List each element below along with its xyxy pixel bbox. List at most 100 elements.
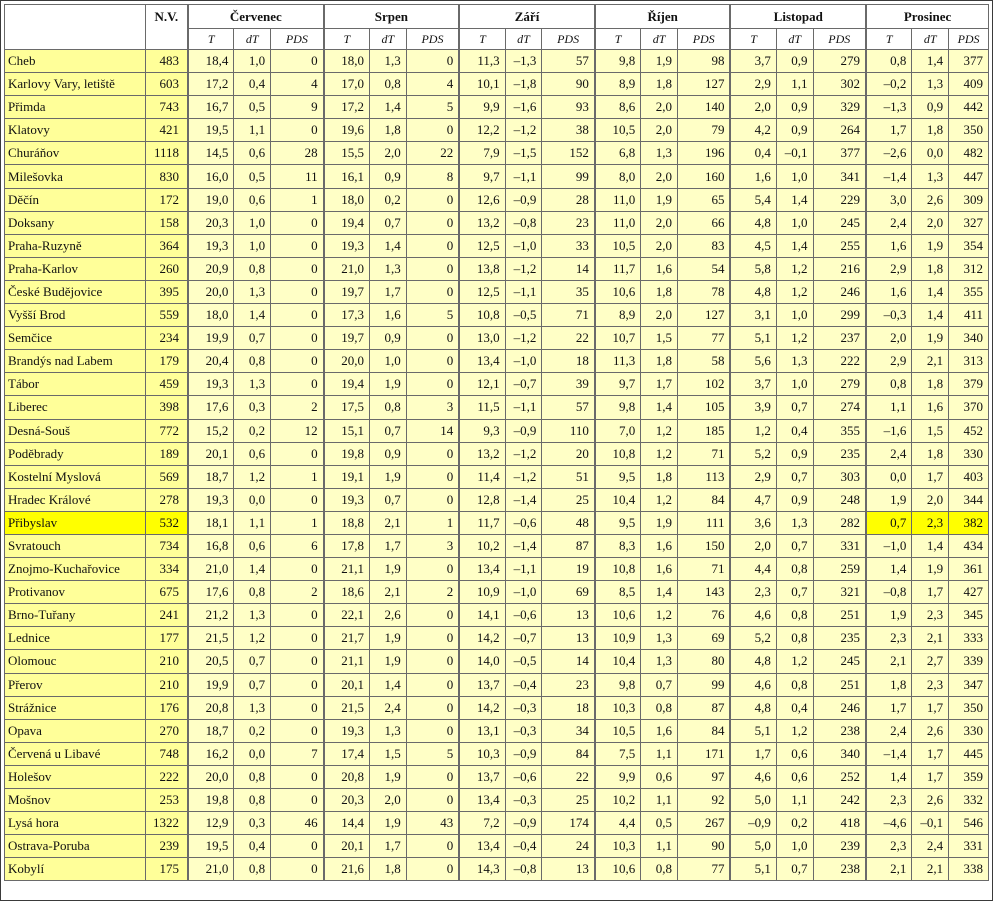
value-cell: 10,3 xyxy=(593,695,642,720)
value-cell: 19,6 xyxy=(322,118,370,143)
value-cell: 20,4 xyxy=(187,349,235,374)
value-cell: 21,7 xyxy=(322,626,370,651)
value-cell: 1,9 xyxy=(368,649,407,674)
value-cell: 1,1 xyxy=(233,118,272,143)
value-cell: –0,7 xyxy=(504,372,543,397)
station-name: Olomouc xyxy=(4,649,146,674)
value-cell: 13,8 xyxy=(458,256,506,281)
value-cell: 1,4 xyxy=(640,580,678,605)
value-cell: 1,3 xyxy=(233,603,272,628)
value-cell: 16,8 xyxy=(187,533,235,559)
value-cell: 1,1 xyxy=(640,741,678,766)
value-cell: 17,2 xyxy=(187,72,235,97)
value-cell: 7,0 xyxy=(593,418,642,443)
value-cell: 1,9 xyxy=(640,510,678,535)
value-cell: 418 xyxy=(812,811,867,836)
value-cell: 13,4 xyxy=(458,557,506,582)
value-cell: 0,6 xyxy=(233,441,272,466)
value-cell: 239 xyxy=(812,834,867,859)
header-subcolumn: PDS xyxy=(948,28,989,50)
table-row: České Budějovice 395 20,0 1,3 0 19,7 1,7 0 12,5–… xyxy=(4,279,989,305)
value-cell: 1,3 xyxy=(640,649,678,674)
value-cell: 58 xyxy=(676,349,731,374)
value-cell: 331 xyxy=(948,834,989,859)
value-cell: 2,3 xyxy=(911,510,950,535)
value-cell: 2 xyxy=(270,580,325,605)
value-cell: 1,7 xyxy=(911,764,950,790)
value-cell: 1,8 xyxy=(911,441,950,466)
value-cell: 1,9 xyxy=(368,811,407,836)
value-cell: 1,3 xyxy=(233,279,272,305)
value-cell: 5,4 xyxy=(729,187,777,212)
value-cell: 370 xyxy=(948,395,989,420)
value-cell: 0,4 xyxy=(775,695,814,720)
value-cell: 482 xyxy=(948,141,989,166)
value-cell: 143 xyxy=(676,580,731,605)
value-cell: 10,2 xyxy=(593,787,642,813)
value-cell: 1,6 xyxy=(640,256,678,281)
station-elevation: 222 xyxy=(144,764,189,790)
value-cell: 51 xyxy=(541,464,596,489)
value-cell: 0 xyxy=(405,487,460,512)
value-cell: 238 xyxy=(812,718,867,743)
value-cell: 0 xyxy=(270,626,325,651)
value-cell: 4,8 xyxy=(729,210,777,235)
value-cell: 71 xyxy=(676,557,731,582)
value-cell: 11,5 xyxy=(458,395,506,420)
value-cell: 1 xyxy=(270,187,325,212)
value-cell: 3,6 xyxy=(729,510,777,535)
value-cell: 2,6 xyxy=(911,787,950,813)
value-cell: 0,7 xyxy=(368,418,407,443)
value-cell: 0 xyxy=(405,256,460,281)
station-name: Praha-Ruzyně xyxy=(4,233,146,258)
value-cell: 0,7 xyxy=(640,672,678,697)
value-cell: 1,3 xyxy=(233,695,272,720)
value-cell: 22 xyxy=(541,326,596,351)
value-cell: –0,6 xyxy=(504,764,543,790)
value-cell: 4,6 xyxy=(729,764,777,790)
header-subcolumn: T xyxy=(458,28,506,50)
value-cell: 2,0 xyxy=(368,787,407,813)
value-cell: 0 xyxy=(405,118,460,143)
value-cell: 14,3 xyxy=(458,857,506,882)
header-subcolumn: T xyxy=(593,28,642,50)
value-cell: 0 xyxy=(405,857,460,882)
value-cell: 1 xyxy=(405,510,460,535)
value-cell: 1,3 xyxy=(368,256,407,281)
value-cell: 0 xyxy=(270,233,325,258)
value-cell: –0,7 xyxy=(504,626,543,651)
value-cell: 5,2 xyxy=(729,441,777,466)
value-cell: 1,3 xyxy=(640,626,678,651)
value-cell: 1,6 xyxy=(865,279,913,305)
value-cell: 1,8 xyxy=(640,72,678,97)
value-cell: –1,5 xyxy=(504,141,543,166)
value-cell: 0 xyxy=(405,695,460,720)
station-elevation: 334 xyxy=(144,557,189,582)
value-cell: 0,4 xyxy=(775,418,814,443)
table-row: Praha-Karlov 260 20,9 0,8 0 21,0 1,3 0 13,8 –1,2 1… xyxy=(4,256,989,281)
table-row: Přerov 210 19,9 0,7 0 20,1 1,4 0 13,7 –0,4 23 9,8 0,… xyxy=(4,672,989,697)
value-cell: 0,6 xyxy=(233,533,272,559)
value-cell: 16,1 xyxy=(322,164,370,189)
table-row: Tábor 459 19,3 1,3 0 19,4 1,9 0 12,1 –0,7 39 9,7 1,7… xyxy=(4,372,989,397)
value-cell: –1,4 xyxy=(865,741,913,766)
value-cell: 3,9 xyxy=(729,395,777,420)
value-cell: 0,6 xyxy=(233,187,272,212)
value-cell: –1,3 xyxy=(865,95,913,120)
value-cell: 2,4 xyxy=(911,834,950,859)
value-cell: 19,4 xyxy=(322,372,370,397)
station-name: Praha-Karlov xyxy=(4,256,146,281)
station-elevation: 569 xyxy=(144,464,189,489)
value-cell: 1,2 xyxy=(729,418,777,443)
table-row: Hradec Králové 278 19,3 0,0 0 19,3 0,7 0 12,8 –1,… xyxy=(4,487,989,512)
value-cell: 4,7 xyxy=(729,487,777,512)
value-cell: 259 xyxy=(812,557,867,582)
value-cell: 1,2 xyxy=(233,626,272,651)
value-cell: 19,3 xyxy=(187,372,235,397)
table-row: Kostelní Myslová 569 18,7 1,2 1 19,1 1,9 0 11,4–… xyxy=(4,464,989,489)
station-elevation: 189 xyxy=(144,441,189,466)
table-row: Přibyslav 532 18,1 1,1 1 18,8 2,1 1 11,7 –0,6 48 9,… xyxy=(4,510,989,535)
value-cell: 2,0 xyxy=(640,233,678,258)
value-cell: 0,9 xyxy=(368,441,407,466)
value-cell: –1,2 xyxy=(504,256,543,281)
